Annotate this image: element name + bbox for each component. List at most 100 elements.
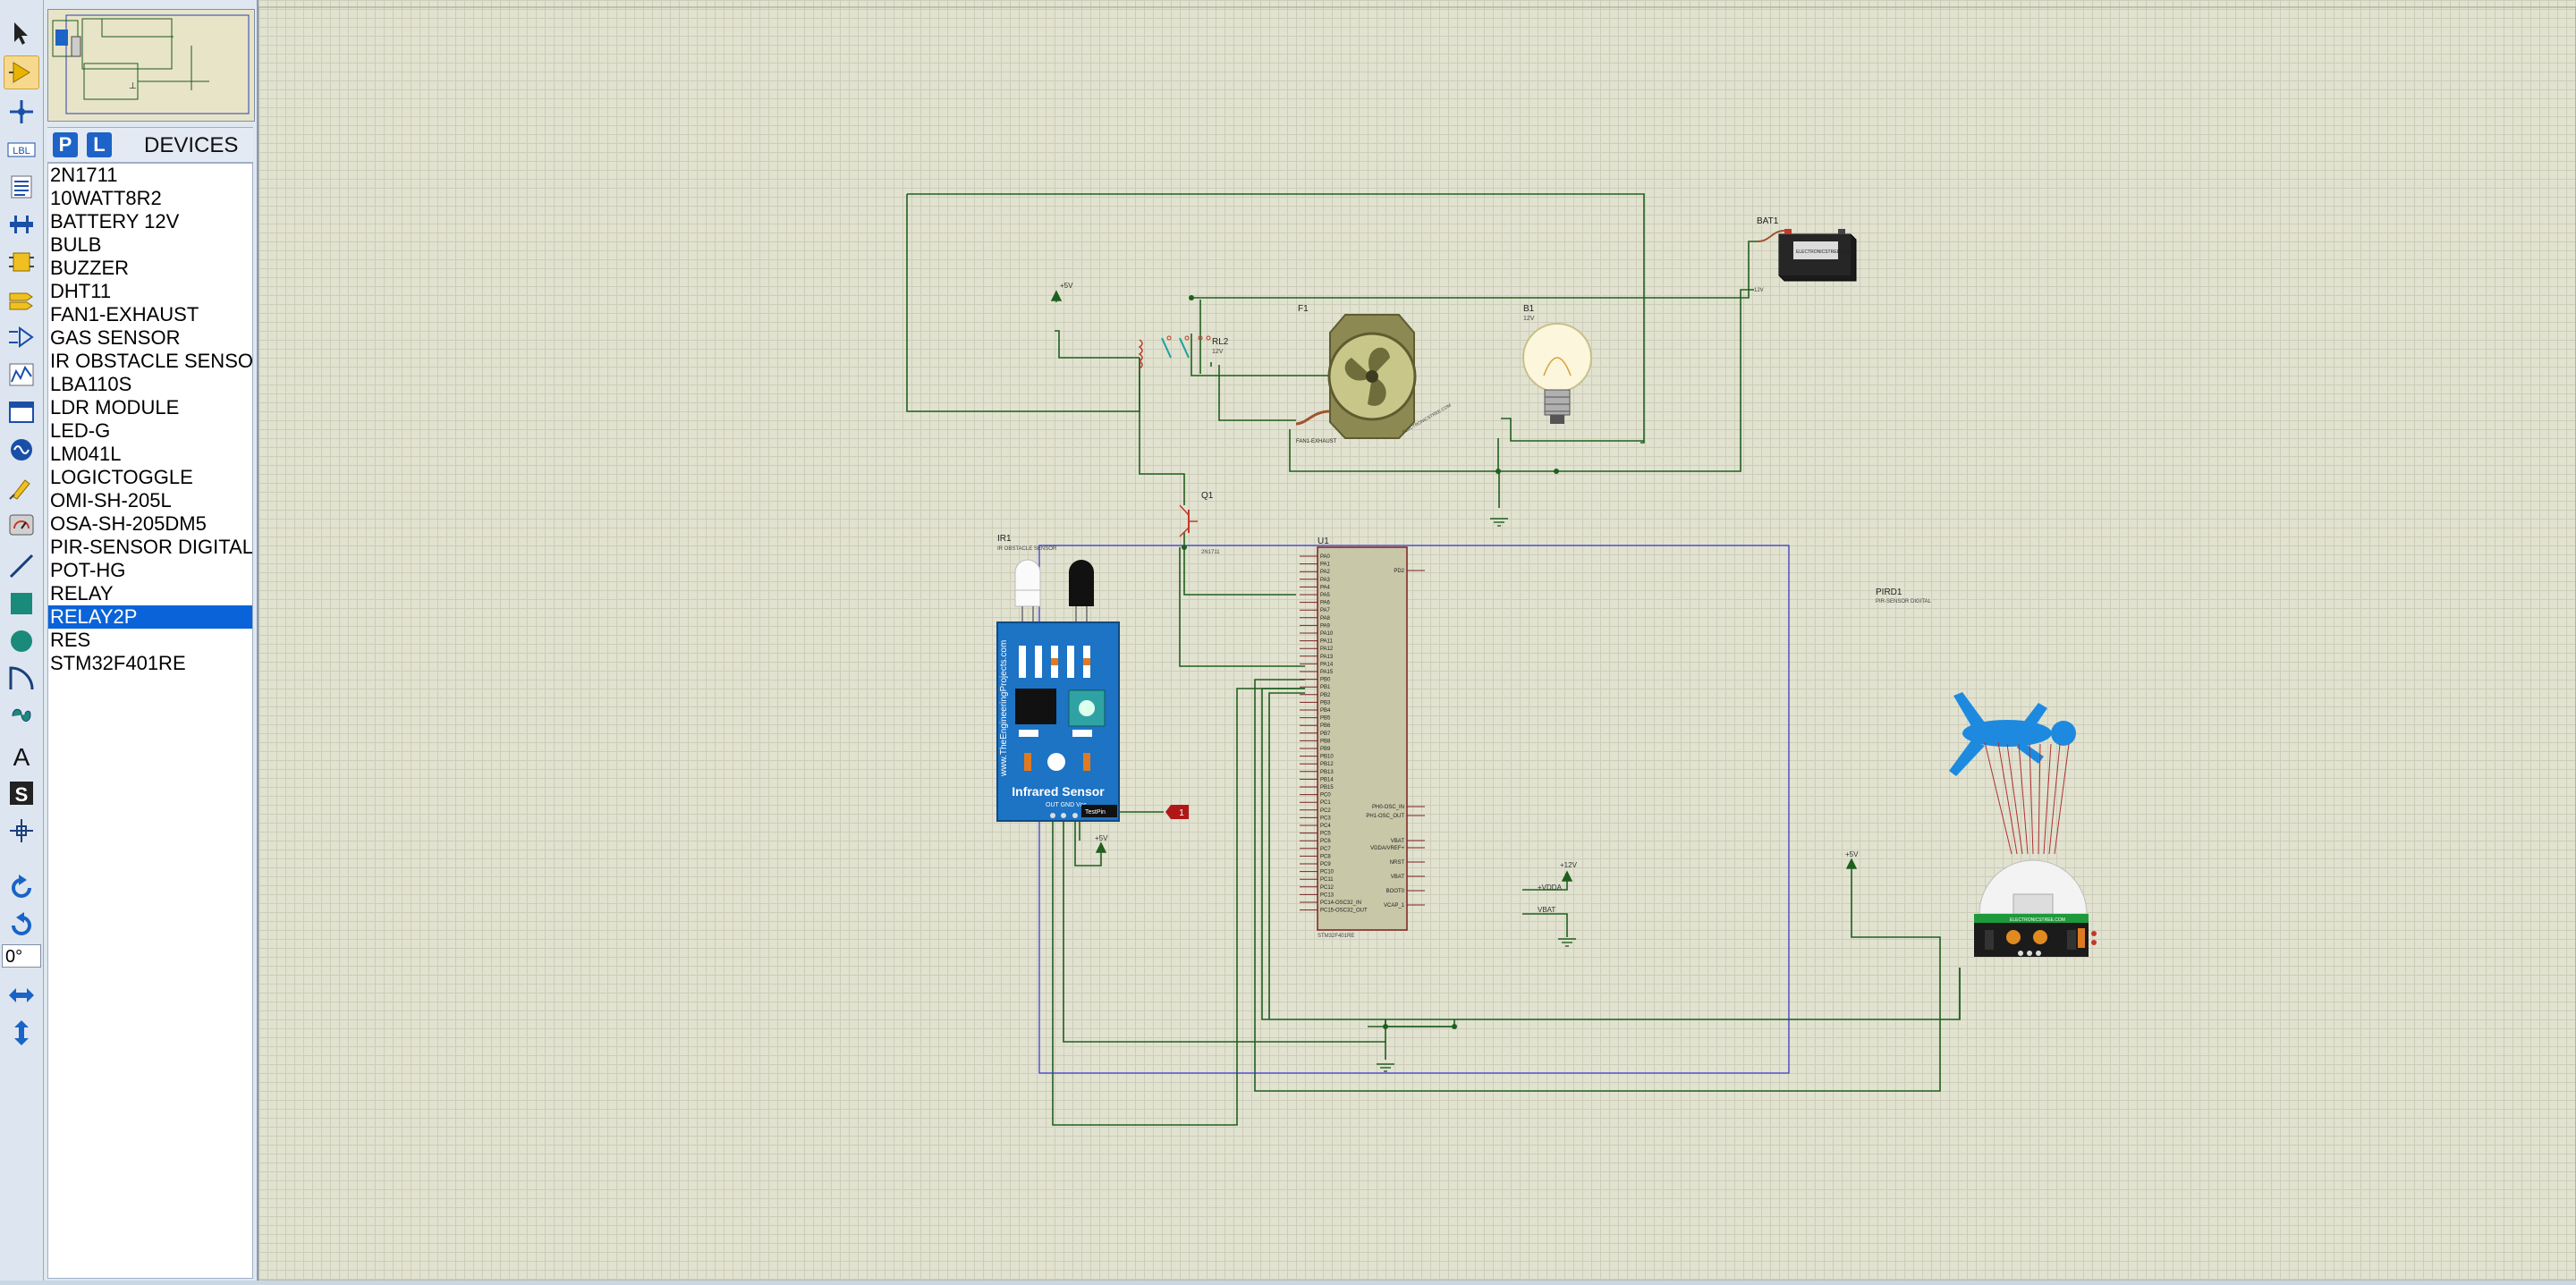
mcu-pin-label: PC9 [1320, 862, 1331, 867]
mcu-pin-label: PC12 [1320, 885, 1335, 891]
svg-text:⊥: ⊥ [129, 81, 137, 91]
mcu-pin-label: PA3 [1320, 578, 1331, 583]
tool-strip: LBL A S 0° [0, 0, 44, 1281]
marker-mode-icon[interactable] [4, 814, 39, 848]
component-mode-icon[interactable] [4, 55, 39, 89]
mcu-pin-label: PC8 [1320, 854, 1331, 859]
device-list-item[interactable]: 10WATT8R2 [48, 187, 252, 210]
graph-mode-icon[interactable] [4, 358, 39, 392]
terminals-mode-icon[interactable] [4, 283, 39, 317]
fan-f1[interactable]: F1 FAN1-EXHAUST ELECTRONICSTREE.COM [1295, 304, 1453, 444]
device-list-item[interactable]: BATTERY 12V [48, 210, 252, 233]
device-list-item[interactable]: LOGICTOGGLE [48, 466, 252, 489]
device-list-item[interactable]: RELAY [48, 582, 252, 605]
vbat-label: VBAT [1538, 906, 1555, 914]
line-mode-icon[interactable] [4, 549, 39, 583]
mcu-pin-label: PB8 [1320, 739, 1331, 744]
device-list-item[interactable]: 2N1711 [48, 164, 252, 187]
junction-mode-icon[interactable] [4, 95, 39, 129]
device-list-item[interactable]: LDR MODULE [48, 396, 252, 419]
library-manager-button[interactable]: L [87, 132, 112, 157]
lbl-tool-label: LBL [13, 146, 30, 156]
path-mode-icon[interactable] [4, 699, 39, 733]
sheet-border [258, 6, 2576, 1281]
device-list[interactable]: 2N1711 10WATT8R2 BATTERY 12V BULB BUZZER DHT1… [47, 163, 253, 1279]
schematic-canvas[interactable]: +5V +5V +5V +12V +VDDA VBAT RL2 12V F1 F… [258, 0, 2576, 1281]
device-list-item[interactable]: RELAY2P [48, 605, 252, 629]
mcu-pin-label: PB7 [1320, 731, 1331, 737]
mcu-u1[interactable]: U1 PA0 PA1 PA2 PA3 PA4 PA5 PA6 PA7 PA8 PA9 PA10 PA1… [1300, 537, 1425, 939]
mcu-pin-label: PC5 [1320, 832, 1331, 837]
bulb-b1[interactable]: B1 12V [1522, 304, 1592, 424]
logic-probe-value: 1 [1179, 808, 1184, 818]
device-list-item[interactable]: LM041L [48, 443, 252, 466]
battery-brand: ELECTRONICSTREE.COM [1796, 249, 1852, 255]
rotation-angle-field[interactable]: 0° [2, 944, 41, 968]
device-list-item[interactable]: STM32F401RE [48, 652, 252, 675]
rotate-anticlockwise-icon[interactable] [4, 909, 39, 943]
tape-recorder-mode-icon[interactable] [4, 395, 39, 429]
device-pins-mode-icon[interactable] [4, 320, 39, 354]
ir-sensor-ir1[interactable]: IR1 IR OBSTACLE SENSOR www.TheEngineerin… [996, 534, 1120, 822]
arc-mode-icon[interactable] [4, 662, 39, 696]
object-selector-panel: ⊥ P L DEVICES 2N1711 10WATT8R2 BATTERY 12V… [44, 0, 258, 1281]
vcc-label-relay: +5V [1060, 282, 1073, 290]
pick-devices-button[interactable]: P [53, 132, 78, 157]
mcu-pin-label: VBAT [1391, 875, 1405, 880]
script-tool-label: S [15, 783, 29, 806]
box-mode-icon[interactable] [4, 587, 39, 621]
mcu-pin-label: PA1 [1320, 562, 1331, 568]
ir-testpin: TestPin [1085, 809, 1106, 816]
device-list-item[interactable]: BUZZER [48, 257, 252, 280]
device-list-item[interactable]: PIR-SENSOR DIGITAL [48, 536, 252, 559]
device-list-item[interactable]: LBA110S [48, 373, 252, 396]
mcu-pin-label: PC3 [1320, 816, 1331, 821]
select-mode-icon[interactable] [4, 16, 39, 50]
relay-rl2[interactable]: RL2 12V [1138, 335, 1229, 369]
bus-mode-icon[interactable] [4, 207, 39, 241]
circle-mode-icon[interactable] [4, 624, 39, 658]
rotate-clockwise-icon[interactable] [4, 871, 39, 905]
mcu-pin-label: PH1-OSC_OUT [1366, 814, 1404, 819]
mirror-horizontal-icon[interactable] [4, 978, 39, 1012]
device-list-item[interactable]: BULB [48, 233, 252, 257]
mcu-pin-label: PB10 [1320, 755, 1334, 760]
mcu-pin-label: PA15 [1320, 670, 1334, 675]
mirror-vertical-icon[interactable] [4, 1016, 39, 1050]
power-terminals [1050, 290, 1858, 882]
device-list-item[interactable]: IR OBSTACLE SENSO [48, 350, 252, 373]
mcu-pin-label: VBAT [1391, 839, 1405, 844]
overview-window[interactable]: ⊥ [47, 9, 255, 122]
device-list-item[interactable]: FAN1-EXHAUST [48, 303, 252, 326]
mcu-pin-label: PB14 [1320, 777, 1334, 782]
device-list-item[interactable]: GAS SENSOR [48, 326, 252, 350]
device-list-item[interactable]: OMI-SH-205L [48, 489, 252, 512]
pir-sensor-pird1[interactable]: PIRD1 PIR-SENSOR DIGITAL ELECTRONICSTREE… [1876, 588, 2097, 957]
generator-mode-icon[interactable] [4, 433, 39, 467]
bulb-value: 12V [1523, 316, 1535, 322]
wire-label-mode-icon[interactable]: LBL [4, 132, 39, 166]
mcu-pin-label: PD2 [1394, 569, 1404, 574]
text-script-mode-icon[interactable] [4, 170, 39, 204]
device-list-item[interactable]: LED-G [48, 419, 252, 443]
mcu-pin-label: PA8 [1320, 616, 1331, 621]
text-mode-icon[interactable]: A [4, 739, 39, 773]
device-list-item[interactable]: RES [48, 629, 252, 652]
mcu-part: STM32F401RE [1318, 934, 1354, 939]
mcu-pin-label: PB13 [1320, 770, 1334, 775]
logic-probe[interactable]: 1 [1165, 805, 1189, 819]
virtual-instruments-mode-icon[interactable] [4, 508, 39, 542]
mcu-pin-label: PA10 [1320, 631, 1334, 637]
vcc-label-pir: +5V [1845, 850, 1859, 858]
relay-value: 12V [1212, 349, 1224, 355]
symbol-mode-icon[interactable]: S [4, 776, 39, 810]
mcu-pin-label: PB12 [1320, 762, 1334, 767]
mcu-pin-label: PA2 [1320, 570, 1331, 575]
battery-bat1[interactable]: BAT1 ELECTRONICSTREE.COM 12V [1754, 216, 1857, 293]
device-list-item[interactable]: POT-HG [48, 559, 252, 582]
device-list-item[interactable]: OSA-SH-205DM5 [48, 512, 252, 536]
device-list-item[interactable]: DHT11 [48, 280, 252, 303]
subcircuit-mode-icon[interactable] [4, 245, 39, 279]
mcu-pin-label: PA11 [1320, 639, 1333, 645]
voltage-probe-mode-icon[interactable] [4, 470, 39, 504]
